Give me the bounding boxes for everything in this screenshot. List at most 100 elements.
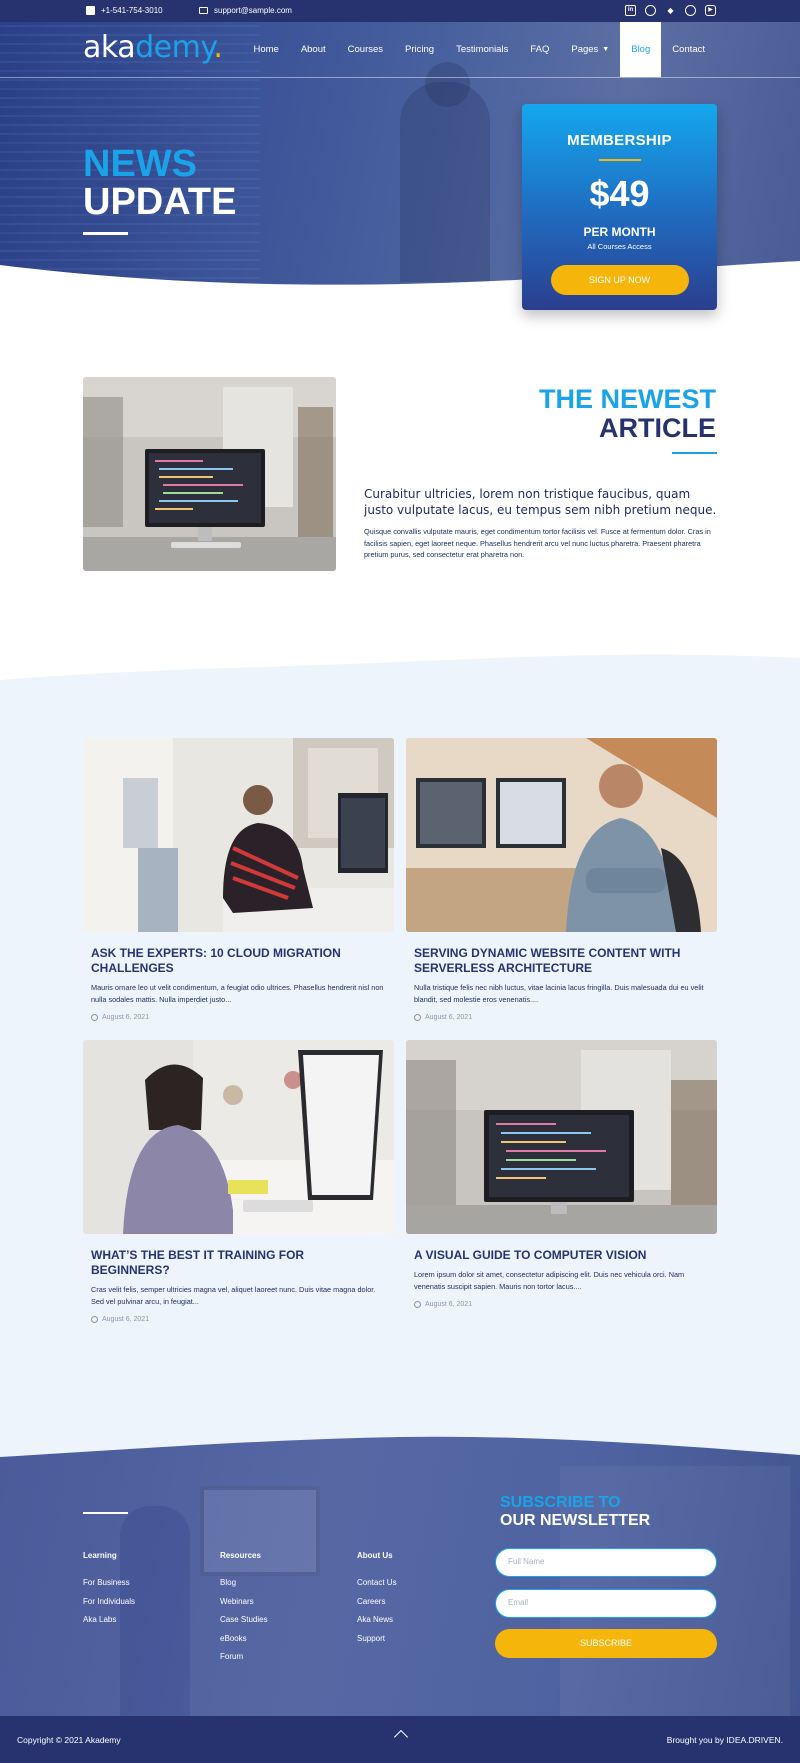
phone-number: +1-541-754-3010	[101, 6, 163, 15]
newsletter-heading-line1: SUBSCRIBE TO	[500, 1494, 621, 1511]
social-links: in ◆ ▶	[625, 5, 716, 16]
blog-card-image[interactable]	[83, 1040, 394, 1234]
membership-note: All Courses Access	[587, 242, 652, 251]
youtube-icon[interactable]: ▶	[705, 5, 716, 16]
newest-underline	[672, 452, 717, 454]
newest-article-heading: THE NEWEST ARTICLE	[539, 385, 716, 443]
twitter-icon[interactable]: ◆	[665, 5, 676, 16]
blog-card-image[interactable]	[83, 738, 394, 932]
nav-pages[interactable]: Pages ▼	[560, 22, 620, 77]
logo[interactable]: akademy.	[83, 30, 223, 65]
smiling-developer-image	[406, 738, 717, 932]
blog-card-date-text: August 6, 2021	[425, 1014, 473, 1021]
sign-up-button[interactable]: SIGN UP NOW	[550, 265, 689, 295]
nav-pages-label: Pages	[571, 44, 599, 55]
footer: Learning For Business For Individuals Ak…	[0, 1436, 800, 1716]
phone-contact[interactable]: +1-541-754-3010	[86, 6, 163, 15]
back-to-top-icon[interactable]	[393, 1729, 409, 1745]
footer-link[interactable]: Support	[357, 1634, 397, 1643]
main-navbar: akademy. Home About Courses Pricing Test…	[0, 22, 800, 78]
footer-link[interactable]: For Individuals	[83, 1597, 135, 1606]
blog-card-image[interactable]	[406, 1040, 717, 1234]
footer-link[interactable]: Forum	[220, 1652, 268, 1661]
footer-divider	[83, 1512, 128, 1514]
logo-text-demy: demy	[135, 30, 214, 65]
footer-link[interactable]: Webinars	[220, 1597, 268, 1606]
title-underline	[83, 232, 128, 235]
skype-icon[interactable]	[685, 5, 696, 16]
membership-divider	[598, 159, 641, 161]
newest-article-image[interactable]	[83, 377, 336, 571]
footer-heading: Learning	[83, 1551, 117, 1560]
chevron-down-icon: ▼	[602, 46, 610, 53]
footer-link[interactable]: Blog	[220, 1578, 268, 1587]
nav-menu: Home About Courses Pricing Testimonials …	[242, 22, 716, 77]
linkedin-icon[interactable]: in	[625, 5, 636, 16]
blog-card-title[interactable]: ASK THE EXPERTS: 10 CLOUD MIGRATION CHAL…	[91, 946, 386, 976]
blog-card[interactable]: WHAT’S THE BEST IT TRAINING FOR BEGINNER…	[83, 1040, 394, 1323]
footer-link[interactable]: Aka Labs	[83, 1615, 135, 1624]
nav-courses[interactable]: Courses	[337, 22, 394, 77]
nav-faq[interactable]: FAQ	[519, 22, 560, 77]
facebook-icon[interactable]	[645, 5, 656, 16]
footer-link[interactable]: Case Studies	[220, 1615, 268, 1624]
newsletter-name-input[interactable]: Full Name	[495, 1548, 717, 1577]
nav-contact[interactable]: Contact	[661, 22, 716, 77]
blog-card-date: August 6, 2021	[91, 1316, 386, 1323]
newsletter-email-input[interactable]: Email	[495, 1589, 717, 1618]
nav-blog[interactable]: Blog	[620, 22, 662, 77]
blog-card-excerpt: Lorem ipsum dolor sit amet, consectetur …	[414, 1270, 685, 1291]
subscribe-button[interactable]: SUBSCRIBE	[495, 1629, 717, 1658]
email-address: support@sample.com	[214, 6, 292, 15]
blog-card[interactable]: A VISUAL GUIDE TO COMPUTER VISION Lorem …	[406, 1040, 717, 1308]
email-contact[interactable]: support@sample.com	[199, 6, 292, 15]
newest-article-body: Quisque convallis vulputate mauris, eget…	[364, 527, 711, 559]
blog-card-title[interactable]: WHAT’S THE BEST IT TRAINING FOR BEGINNER…	[91, 1248, 386, 1278]
blog-card[interactable]: ASK THE EXPERTS: 10 CLOUD MIGRATION CHAL…	[83, 738, 394, 1021]
student-at-computer-image	[83, 1040, 394, 1234]
developer-at-desk-image	[83, 738, 394, 932]
blog-card-title[interactable]: A VISUAL GUIDE TO COMPUTER VISION	[414, 1248, 709, 1263]
clock-icon	[91, 1316, 98, 1323]
newsletter-heading: SUBSCRIBE TO OUR NEWSLETTER	[500, 1494, 650, 1530]
blog-card-image[interactable]	[406, 738, 717, 932]
newest-heading-line1: THE NEWEST	[538, 384, 716, 414]
footer-column-about: About Us Contact Us Careers Aka News Sup…	[357, 1551, 397, 1652]
blog-card[interactable]: SERVING DYNAMIC WEBSITE CONTENT WITH SER…	[406, 738, 717, 1021]
logo-text-aka: aka	[83, 30, 136, 65]
logo-dot: .	[213, 30, 223, 65]
blog-card-date-text: August 6, 2021	[102, 1014, 150, 1021]
footer-link[interactable]: Aka News	[357, 1615, 397, 1624]
newsletter-heading-line2: OUR NEWSLETTER	[500, 1512, 651, 1529]
page-title-line1: NEWS	[83, 143, 197, 185]
footer-heading: Resources	[220, 1551, 261, 1560]
nav-about[interactable]: About	[290, 22, 337, 77]
newest-article-lead: Curabitur ultricies, lorem non tristique…	[364, 487, 717, 517]
page-title: NEWS UPDATE	[83, 145, 236, 221]
blog-card-excerpt: Mauris ornare leo ut velit condimentum, …	[91, 983, 384, 1004]
blog-section-wave	[0, 650, 800, 680]
nav-home[interactable]: Home	[242, 22, 289, 77]
nav-testimonials[interactable]: Testimonials	[445, 22, 519, 77]
nav-pricing[interactable]: Pricing	[394, 22, 445, 77]
footer-link[interactable]: For Business	[83, 1578, 135, 1587]
membership-price: $49	[589, 173, 650, 214]
blog-card-date-text: August 6, 2021	[425, 1301, 473, 1308]
footer-link[interactable]: Contact Us	[357, 1578, 397, 1587]
credit-text[interactable]: Brought you by IDEA.DRIVEN.	[667, 1735, 783, 1745]
footer-link[interactable]: Careers	[357, 1597, 397, 1606]
phone-icon	[86, 6, 95, 15]
blog-card-date: August 6, 2021	[414, 1014, 709, 1021]
footer-wave	[0, 1436, 800, 1457]
newest-heading-line2: ARTICLE	[599, 413, 716, 443]
membership-period: PER MONTH	[583, 225, 656, 239]
membership-title: MEMBERSHIP	[567, 132, 672, 149]
blog-card-date: August 6, 2021	[91, 1014, 386, 1021]
blog-card-date: August 6, 2021	[414, 1301, 709, 1308]
clock-icon	[91, 1014, 98, 1021]
copyright-text: Copyright © 2021 Akademy	[17, 1735, 121, 1745]
footer-link[interactable]: eBooks	[220, 1634, 268, 1643]
footer-column-learning: Learning For Business For Individuals Ak…	[83, 1551, 135, 1634]
blog-card-title[interactable]: SERVING DYNAMIC WEBSITE CONTENT WITH SER…	[414, 946, 709, 976]
office-computer-image	[406, 1040, 717, 1234]
